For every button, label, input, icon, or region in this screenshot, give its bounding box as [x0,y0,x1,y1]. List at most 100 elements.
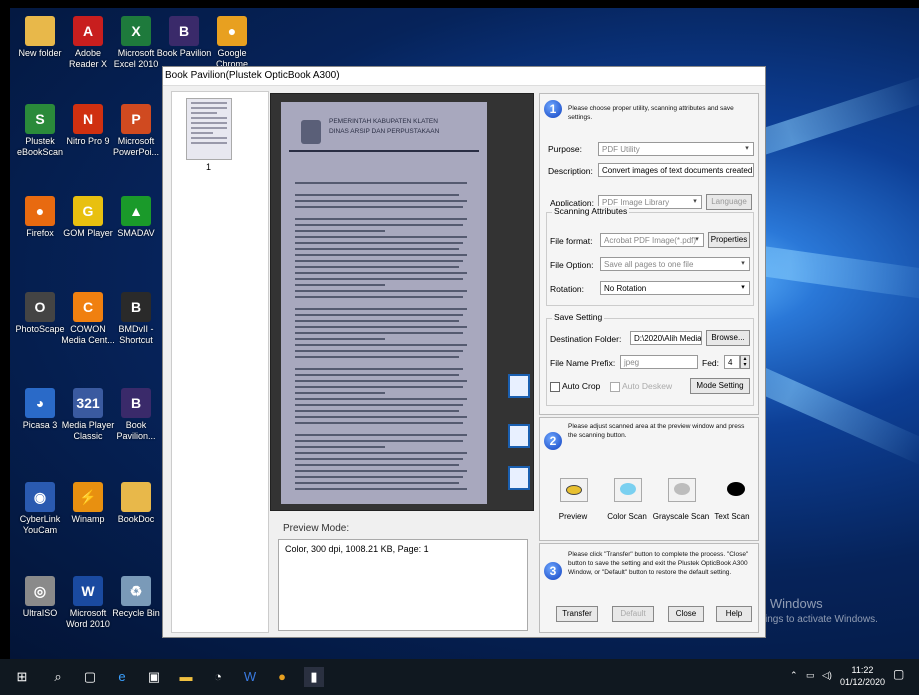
clock[interactable]: 11:22 01/12/2020 [840,664,885,688]
step2-panel: 2 Please adjust scanned area at the prev… [539,417,759,541]
text-line [295,374,459,376]
destination-folder-field[interactable]: D:\2020\Alih Media Tlp Gi [630,331,702,345]
text-line [295,422,463,424]
rotation-select[interactable]: No Rotation ▾ [600,281,750,295]
fed-spinner[interactable]: ▴ ▾ [740,355,750,369]
color-scan-icon[interactable] [614,478,642,502]
step3-panel: 3 Please click "Transfer" button to comp… [539,543,759,633]
crop-area-button[interactable] [508,374,530,398]
tray-chevron-icon[interactable]: ⌃ [790,670,798,681]
folder-icon [121,482,151,512]
chevron-down-icon: ▾ [693,198,697,205]
step1-panel: 1 Please choose proper utility, scanning… [539,93,759,415]
default-button[interactable]: Default [612,606,654,622]
text-line [295,206,463,208]
edge-icon[interactable]: e [112,667,132,687]
word-taskbar-icon[interactable]: W [240,667,260,687]
text-line [295,242,463,244]
scanning-attributes-label: Scanning Attributes [552,206,630,216]
store-icon[interactable]: ▣ [144,667,164,687]
notification-icon[interactable]: ▢ [893,667,904,681]
browse-button[interactable]: Browse... [706,330,750,346]
coat-of-arms-logo [301,120,321,144]
color-scan-button-label[interactable]: Color Scan [597,512,657,521]
file-name-prefix-field[interactable]: jpeg [620,355,698,369]
fed-label: Fed: [702,358,720,368]
text-line [295,482,459,484]
text-scan-icon[interactable] [722,478,750,502]
zoom-button[interactable] [508,424,530,448]
preview-button-label[interactable]: Preview [543,512,603,521]
description-field: Convert images of text documents created… [598,163,754,177]
description-label: Description: [548,166,593,176]
chrome-icon: ● [217,16,247,46]
desktop-icon[interactable]: B Book Pavilion... [108,388,164,442]
desktop-icon[interactable]: BookDoc [108,482,164,525]
book-icon: B [121,388,151,418]
volume-icon[interactable]: ◁) [822,670,832,681]
book-pavilion-taskbar-icon[interactable]: ▮ [304,667,324,687]
properties-button[interactable]: Properties [708,232,750,248]
left-border [0,0,10,659]
text-line [295,416,467,418]
windows-start-icon[interactable]: ⊞ [12,667,32,687]
text-scan-button-label[interactable]: Text Scan [702,512,762,521]
window-title: Book Pavilion(Plustek OpticBook A300) [163,67,765,86]
text-line [295,470,467,472]
page-thumbnail[interactable] [186,98,232,160]
purpose-select[interactable]: PDF Utility ▾ [598,142,754,156]
winamp-icon: ⚡ [73,482,103,512]
transfer-button[interactable]: Transfer [556,606,598,622]
step2-number: 2 [544,432,562,450]
desktop-icon[interactable]: P Microsoft PowerPoi... [108,104,164,158]
firefox-icon: ● [25,196,55,226]
desktop-icon[interactable]: ● Google Chrome [204,16,260,70]
desktop-icon[interactable]: B BMDvII - Shortcut [108,292,164,346]
fed-field[interactable]: 4 [724,355,740,369]
text-line [295,254,467,256]
text-line [295,182,467,184]
chrome-taskbar-icon[interactable]: ● [272,667,292,687]
language-button[interactable]: Language [706,194,752,210]
text-line [295,308,467,310]
text-line [295,440,463,442]
scanner-icon: S [25,104,55,134]
book-pavilion-window: Book Pavilion(Plustek OpticBook A300) 1 … [162,66,766,638]
text-line [295,392,385,394]
photoscape-taskbar-icon[interactable]: ◔ [208,667,228,687]
text-line [295,476,463,478]
text-line [295,314,463,316]
desktop-icon-label: Book Pavilion... [116,420,156,441]
close-button[interactable]: Close [668,606,704,622]
text-line [295,404,463,406]
file-option-select[interactable]: Save all pages to one file ▾ [600,257,750,271]
fit-page-button[interactable] [508,466,530,490]
mode-setting-button[interactable]: Mode Setting [690,378,750,394]
search-icon[interactable]: ⌕ [48,667,68,687]
auto-crop-checkbox[interactable] [550,382,560,392]
file-format-label: File format: [550,236,593,246]
desktop-icon-label: BookDoc [117,514,155,524]
text-line [295,248,459,250]
document-header-1: PEMERINTAH KABUPATEN KLATEN [329,118,438,125]
grayscale-scan-icon[interactable] [668,478,696,502]
file-format-select[interactable]: Acrobat PDF Image(*.pdf) ▾ [600,233,704,247]
thumbnail-panel: 1 [171,91,269,633]
text-line [295,452,467,454]
purpose-label: Purpose: [548,144,583,154]
help-button[interactable]: Help [716,606,752,622]
book-icon: B [169,16,199,46]
picasa-icon: ◕ [25,388,55,418]
cowon-icon: C [73,292,103,322]
desktop-icon[interactable]: ♻ Recycle Bin [108,576,164,619]
file-explorer-icon[interactable]: ▬ [176,667,196,687]
text-line [295,272,467,274]
network-icon[interactable]: ▭ [806,670,815,681]
desktop-icon[interactable]: ▲ SMADAV [108,196,164,239]
task-view-icon[interactable]: ▢ [80,667,100,687]
auto-deskew-checkbox[interactable] [610,382,620,392]
ultraiso-icon: ◎ [25,576,55,606]
text-line [295,368,463,370]
preview-area[interactable]: PEMERINTAH KABUPATEN KLATEN DINAS ARSIP … [270,93,534,511]
eye-icon[interactable] [560,478,588,502]
